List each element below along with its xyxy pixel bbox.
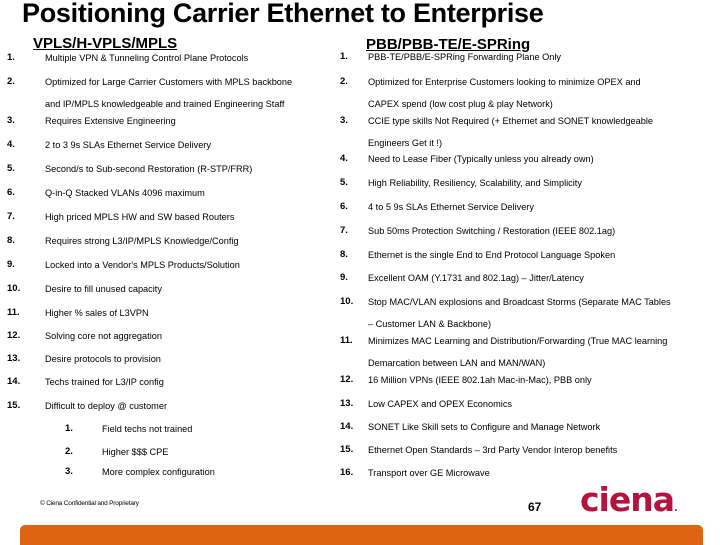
logo-text: ciena [580, 480, 675, 519]
item-text: Difficult to deploy @ customer [45, 401, 168, 411]
item-number: 9. [7, 259, 15, 270]
item-number: 8. [340, 249, 348, 260]
item-text: Ethernet Open Standards – 3rd Party Vend… [368, 445, 618, 455]
item-text: 2 to 3 9s SLAs Ethernet Service Delivery [45, 140, 211, 150]
item-number: 6. [7, 187, 15, 198]
item-text: Desire to fill unused capacity [45, 284, 162, 294]
item-text: 4 to 5 9s SLAs Ethernet Service Delivery [368, 202, 534, 212]
item-number: 5. [340, 177, 348, 188]
item-number: 4. [340, 153, 348, 164]
item-text: Optimized for Enterprise Customers looki… [368, 77, 641, 87]
item-number: 1. [65, 423, 73, 434]
item-number: 11. [7, 307, 20, 318]
ciena-logo: ciena. [580, 480, 678, 519]
item-number: 8. [7, 235, 15, 246]
footer-bar [20, 525, 703, 545]
item-number: 15. [7, 400, 21, 411]
item-text: Need to Lease Fiber (Typically unless yo… [368, 154, 594, 164]
footer-confidential: © Ciena Confidential and Proprietary [40, 500, 139, 507]
item-number: 2. [65, 446, 73, 457]
item-number: 15. [340, 444, 354, 455]
logo-dot: . [674, 503, 678, 514]
item-number: 7. [7, 211, 15, 222]
item-number: 16. [340, 467, 354, 478]
item-text: Q-in-Q Stacked VLANs 4096 maximum [45, 188, 205, 198]
item-number: 6. [340, 201, 348, 212]
page-number: 67 [528, 500, 542, 514]
item-number: 4. [7, 139, 15, 150]
item-text: Higher $$$ CPE [102, 447, 169, 457]
item-text: Requires Extensive Engineering [45, 116, 176, 126]
item-text: Locked into a Vendor's MPLS Products/Sol… [45, 260, 240, 270]
item-text: Requires strong L3/IP/MPLS Knowledge/Con… [45, 236, 239, 246]
item-number: 13. [340, 398, 354, 409]
item-number: 9. [340, 272, 348, 283]
item-number: 10. [7, 283, 21, 294]
item-text: CCIE type skills Not Required (+ Etherne… [368, 116, 654, 126]
slide-title: Positioning Carrier Ethernet to Enterpri… [22, 0, 544, 28]
item-text: Transport over GE Microwave [368, 468, 490, 478]
item-number: 2. [340, 76, 348, 87]
item-text: 16 Million VPNs (IEEE 802.1ah Mac-in-Mac… [368, 375, 592, 385]
item-number: 3. [340, 115, 348, 126]
item-text: High Reliability, Resiliency, Scalabilit… [368, 178, 582, 188]
item-text: Minimizes MAC Learning and Distribution/… [368, 336, 668, 346]
item-number: 2. [7, 76, 15, 87]
item-text: Stop MAC/VLAN explosions and Broadcast S… [368, 297, 671, 307]
item-text: Higher % sales of L3VPN [45, 308, 149, 318]
item-number: 14. [7, 376, 21, 387]
item-text: More complex configuration [102, 467, 215, 477]
item-text: Sub 50ms Protection Switching / Restorat… [368, 226, 616, 236]
item-number: 7. [340, 225, 348, 236]
item-number: 1. [7, 52, 15, 63]
item-number: 12. [7, 330, 21, 341]
item-text: High priced MPLS HW and SW based Routers [45, 212, 235, 222]
item-number: 3. [7, 115, 15, 126]
item-number: 13. [7, 353, 21, 364]
item-text: Optimized for Large Carrier Customers wi… [45, 77, 293, 87]
item-text: PBB-TE/PBB/E-SPRing Forwarding Plane Onl… [368, 52, 562, 62]
item-number: 3. [65, 466, 73, 477]
item-text: Multiple VPN & Tunneling Control Plane P… [45, 53, 249, 63]
item-text: Desire protocols to provision [45, 354, 161, 364]
item-text: Low CAPEX and OPEX Economics [368, 399, 513, 409]
item-text: SONET Like Skill sets to Configure and M… [368, 422, 601, 432]
item-text: Field techs not trained [102, 424, 193, 434]
item-text: Ethernet is the single End to End Protoc… [368, 250, 616, 260]
item-text: Techs trained for L3/IP config [45, 377, 164, 387]
item-number: 1. [340, 51, 348, 62]
item-number: 5. [7, 163, 15, 174]
item-number: 10. [340, 296, 354, 307]
item-number: 11. [340, 335, 353, 346]
item-number: 12. [340, 374, 354, 385]
item-text: Second/s to Sub-second Restoration (R-ST… [45, 164, 253, 174]
item-number: 14. [340, 421, 354, 432]
item-text: Excellent OAM (Y.1731 and 802.1ag) – Jit… [368, 273, 584, 283]
item-text: Solving core not aggregation [45, 331, 162, 341]
